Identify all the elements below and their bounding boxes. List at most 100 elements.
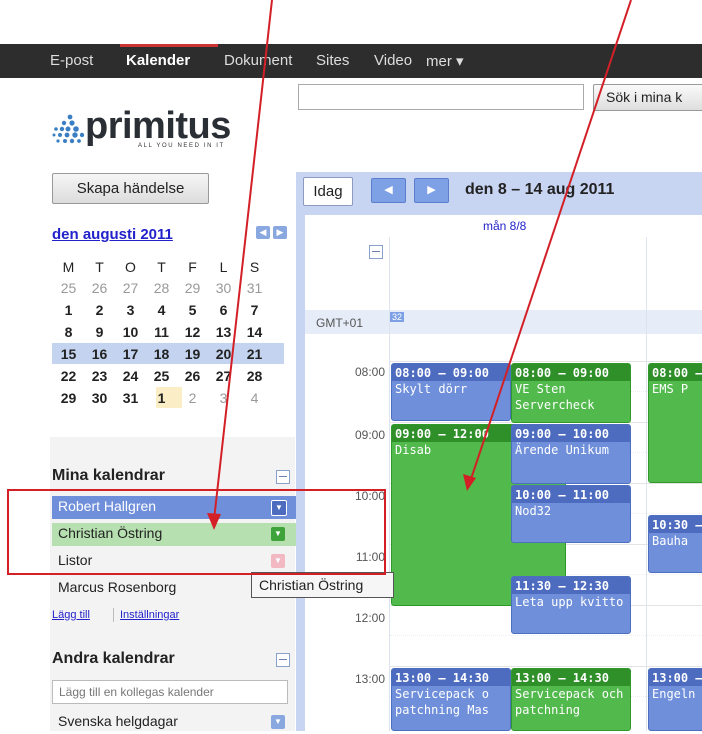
time-label: 08:00 (354, 365, 385, 379)
mini-calendar-day[interactable]: 26 (87, 280, 112, 296)
nav-more[interactable]: mer ▾ (426, 52, 464, 70)
mini-calendar-day[interactable]: 25 (149, 368, 174, 384)
mini-calendar-day[interactable]: 31 (118, 390, 143, 406)
mini-calendar-day[interactable]: 1 (56, 302, 81, 318)
calendar-event[interactable]: 13:00 – 14:30 Servicepack o patchning Ma… (391, 668, 511, 731)
mini-calendar-day[interactable]: 18 (149, 346, 174, 362)
nav-email[interactable]: E-post (50, 52, 93, 69)
search-input[interactable] (298, 84, 584, 110)
other-calendars-collapse-button[interactable] (276, 653, 290, 667)
mini-calendar-next-button[interactable]: ▶ (273, 226, 287, 239)
all-day-area[interactable] (390, 237, 702, 311)
mini-calendar-day[interactable]: 30 (211, 280, 236, 296)
day-header-monday[interactable]: mån 8/8 (483, 219, 526, 233)
mini-calendar-day[interactable]: 29 (56, 390, 81, 406)
calendar-event[interactable]: 08:00 – 09:00 Skylt dörr (391, 363, 511, 421)
minus-icon (372, 251, 380, 252)
event-title: Servicepack o patchning Mas (395, 687, 489, 717)
mini-calendar-day[interactable]: 27 (118, 280, 143, 296)
annotation-highlight-box (7, 489, 386, 575)
mini-calendar-day[interactable]: 3 (211, 390, 236, 406)
mini-calendar-day[interactable]: 2 (180, 390, 205, 406)
time-label: 13:00 (354, 672, 385, 686)
mini-calendar-day[interactable]: 6 (211, 302, 236, 318)
event-title: VE Sten Servercheck (515, 382, 595, 412)
event-title: Nod32 (515, 504, 552, 518)
mini-calendar-day[interactable]: 20 (211, 346, 236, 362)
mini-calendar-day[interactable]: 31 (242, 280, 267, 296)
calendar-event[interactable]: 13:00 – Engeln (648, 668, 702, 731)
mini-calendar-day[interactable]: 15 (56, 346, 81, 362)
calendar-tooltip: Christian Östring (251, 572, 394, 598)
mini-calendar-day[interactable]: 13 (211, 324, 236, 340)
mini-calendar-day[interactable]: 11 (149, 324, 174, 340)
calendar-event[interactable]: 10:30 – Bauha (648, 515, 702, 573)
mini-calendar-grid: M T O T F L S 25 26 27 28 29 30 31 1 2 3… (56, 259, 286, 414)
add-calendar-link[interactable]: Lägg till (52, 609, 90, 621)
mini-calendar-day[interactable]: 24 (118, 368, 143, 384)
mini-calendar-day[interactable]: 5 (180, 302, 205, 318)
weekday-label: F (188, 259, 197, 275)
nav-sites[interactable]: Sites (316, 52, 349, 69)
calendar-event[interactable]: 08:00 – 09:00 VE Sten Servercheck (511, 363, 631, 423)
weekday-label: T (157, 259, 166, 275)
mini-calendar-day[interactable]: 17 (118, 346, 143, 362)
event-time: 13:00 – 14:30 (512, 669, 630, 686)
mini-calendar-day-today[interactable]: 1 (149, 390, 174, 406)
mini-calendar-day[interactable]: 22 (56, 368, 81, 384)
weekday-label: M (62, 259, 75, 275)
today-button[interactable]: Idag (303, 177, 353, 206)
calendar-event[interactable]: 08:00 – EMS P (648, 363, 702, 483)
calendar-color-button[interactable]: ▼ (271, 715, 285, 729)
settings-link[interactable]: Inställningar (120, 609, 179, 621)
mini-calendar-day[interactable]: 30 (87, 390, 112, 406)
event-time: 08:00 – (649, 364, 702, 381)
chevron-right-icon: ▶ (427, 184, 436, 196)
my-calendars-collapse-button[interactable] (276, 470, 290, 484)
nav-calendar[interactable]: Kalender (126, 52, 190, 69)
timezone-row (305, 310, 702, 334)
mini-calendar-day[interactable]: 28 (242, 368, 267, 384)
logo-text: primitus (85, 105, 231, 147)
mini-calendar-day[interactable]: 4 (149, 302, 174, 318)
nav-documents[interactable]: Dokument (224, 52, 292, 69)
mini-calendar-day[interactable]: 2 (87, 302, 112, 318)
date-range-title: den 8 – 14 aug 2011 (465, 181, 615, 198)
next-week-button[interactable]: ▶ (414, 178, 449, 203)
search-button[interactable]: Sök i mina k (593, 84, 702, 111)
mini-calendar-day[interactable]: 8 (56, 324, 81, 340)
mini-calendar-day[interactable]: 27 (211, 368, 236, 384)
my-calendars-title: Mina kalendrar (52, 467, 165, 484)
mini-calendar-day[interactable]: 4 (242, 390, 267, 406)
event-title: Ärende Unikum (515, 443, 609, 457)
calendar-event[interactable]: 09:00 – 10:00 Ärende Unikum (511, 424, 631, 484)
calendar-event[interactable]: 11:30 – 12:30 Leta upp kvitto (511, 576, 631, 634)
mini-calendar-day[interactable]: 14 (242, 324, 267, 340)
mini-calendar-day[interactable]: 29 (180, 280, 205, 296)
mini-calendar-day[interactable]: 12 (180, 324, 205, 340)
mini-calendar-day[interactable]: 16 (87, 346, 112, 362)
add-colleague-calendar-input[interactable]: Lägg till en kollegas kalender (52, 680, 288, 704)
mini-calendar-day[interactable]: 10 (118, 324, 143, 340)
mini-calendar-day[interactable]: 26 (180, 368, 205, 384)
mini-calendar-day[interactable]: 19 (180, 346, 205, 362)
weekday-label: S (249, 259, 260, 275)
nav-video[interactable]: Video (374, 52, 412, 69)
mini-calendar-day[interactable]: 28 (149, 280, 174, 296)
mini-calendar-day[interactable]: 21 (242, 346, 267, 362)
calendar-event[interactable]: 13:00 – 14:30 Servicepack och patchning (511, 668, 631, 731)
hour-line (390, 666, 702, 667)
weekday-label: T (95, 259, 104, 275)
create-event-button[interactable]: Skapa händelse (52, 173, 209, 204)
mini-calendar-day[interactable]: 7 (242, 302, 267, 318)
mini-calendar-day[interactable]: 25 (56, 280, 81, 296)
mini-calendar-title[interactable]: den augusti 2011 (52, 226, 173, 243)
event-time: 09:00 – 10:00 (512, 425, 630, 442)
calendar-event[interactable]: 10:00 – 11:00 Nod32 (511, 485, 631, 543)
previous-week-button[interactable]: ◀ (371, 178, 406, 203)
mini-calendar-day[interactable]: 9 (87, 324, 112, 340)
all-day-collapse-button[interactable] (369, 245, 383, 259)
mini-calendar-day[interactable]: 23 (87, 368, 112, 384)
mini-calendar-day[interactable]: 3 (118, 302, 143, 318)
mini-calendar-prev-button[interactable]: ◀ (256, 226, 270, 239)
